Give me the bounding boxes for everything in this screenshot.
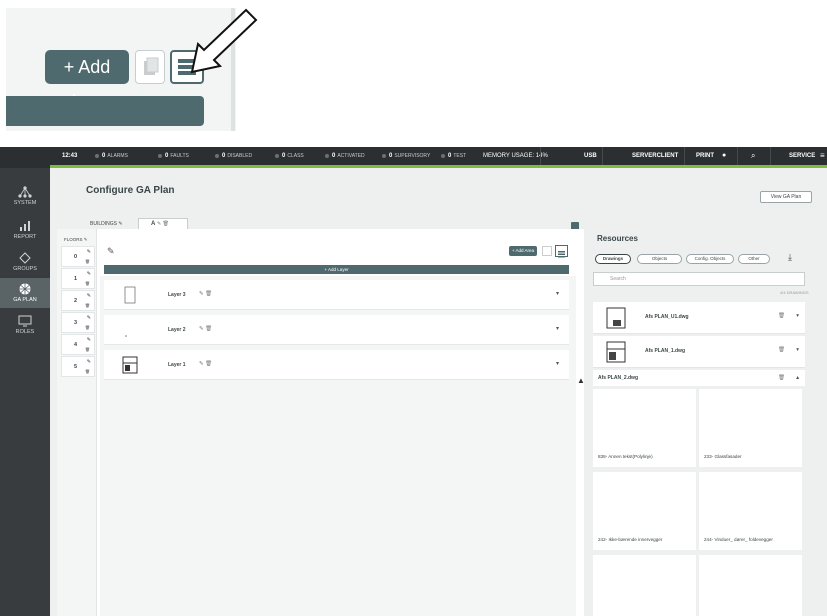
drawing-item[interactable]: Afs PLAN_U1.dwg 🗑 ▾ [593, 302, 805, 334]
usb-button[interactable]: USB [584, 147, 597, 165]
object-tile[interactable]: 838- Annen tekst(Polylinje) [593, 389, 696, 467]
layer-thumbnail [125, 335, 127, 337]
status-dot-icon [441, 153, 445, 158]
pointer-arrow-icon [190, 8, 258, 74]
network-icon [18, 186, 32, 198]
zoom-add-area-button[interactable]: + Add Area [45, 50, 129, 111]
resources-search-input[interactable]: Search [593, 272, 805, 286]
card-view-icon[interactable] [542, 246, 552, 256]
object-tile[interactable]: 233- Glassfasader [699, 389, 802, 467]
layer-thumbnail [122, 356, 138, 374]
faults-counter[interactable]: 0 FAULTS [158, 147, 189, 165]
drawings-count: 4/4 DRAWINGS [780, 290, 809, 295]
disabled-counter[interactable]: 0 DISABLED [215, 147, 252, 165]
print-dot-icon: ● [722, 152, 727, 159]
status-dot-icon [382, 153, 386, 158]
layer-thumbnail [124, 286, 136, 304]
service-button[interactable]: SERVICE [789, 147, 815, 165]
add-layer-button[interactable]: + Add Layer [104, 265, 569, 274]
status-dot-icon [325, 153, 329, 158]
chevron-down-icon[interactable]: ▾ [556, 325, 559, 332]
view-ga-plan-button[interactable]: View GA Plan [760, 191, 812, 203]
top-status-bar: 12:43 0 ALARMS 0 FAULTS 0 DISABLED 0 CLASS 0… [0, 147, 827, 165]
print-button[interactable]: PRINT [696, 147, 714, 165]
chevron-up-icon[interactable]: ▴ [796, 370, 799, 386]
chevron-down-icon[interactable]: ▾ [556, 360, 559, 367]
object-tile[interactable] [699, 555, 802, 616]
edit-delete-icons[interactable]: ✎ 🗑 [199, 361, 212, 367]
left-sidebar: SYSTEM REPORT GROUPS GA PLAN ROLES [0, 168, 50, 616]
grid-icon [19, 283, 31, 295]
search-icon[interactable]: ⌕ [751, 147, 755, 165]
monitor-icon [18, 315, 32, 327]
groups-icon [19, 252, 31, 264]
floor-item-0[interactable]: 0 ✎ 🗑 [61, 246, 95, 267]
drawing-thumbnail [606, 307, 626, 329]
list-view-icon[interactable] [555, 245, 568, 258]
clock: 12:43 [62, 153, 78, 159]
drawing-item-expanded[interactable]: Afs PLAN_2.dwg 🗑 ▴ [593, 370, 805, 386]
status-dot-icon [275, 153, 279, 158]
test-counter[interactable]: 0 TEST [441, 147, 466, 165]
trash-icon[interactable]: 🗑 [778, 347, 785, 353]
edit-icon[interactable]: ✎ 🗑 [157, 221, 169, 227]
layer-row[interactable]: Layer 1 ✎ 🗑 ▾ [104, 350, 569, 380]
trash-icon[interactable]: 🗑 [778, 313, 785, 319]
class-counter[interactable]: 0 CLASS [275, 147, 304, 165]
download-icon[interactable]: ⤓ [788, 252, 792, 263]
layer-row[interactable]: Layer 3 ✎ 🗑 ▾ [104, 280, 569, 310]
status-dot-icon [215, 153, 219, 158]
bar-chart-icon [20, 221, 30, 231]
menu-icon[interactable]: ≡ [820, 147, 825, 165]
sidebar-item-roles[interactable]: ROLES [0, 315, 50, 335]
floor-item-2[interactable]: 2 ✎ 🗑 [61, 290, 95, 311]
edit-delete-icons[interactable]: ✎ 🗑 [199, 326, 212, 332]
object-tile[interactable]: 244- Vinduer_ dører_ foldevegger [699, 472, 802, 550]
edit-pencil-icon[interactable]: ✎ [107, 246, 115, 257]
drawing-thumbnail [606, 341, 626, 363]
floor-item-4[interactable]: 4 ✎ 🗑 [61, 334, 95, 355]
trash-icon[interactable]: 🗑 [778, 370, 785, 386]
tab-drawings[interactable]: Drawings [595, 254, 631, 264]
resources-title: Resources [597, 234, 638, 243]
activated-counter[interactable]: 0 ACTIVATED [325, 147, 365, 165]
tab-config-objects[interactable]: Config. Objects [686, 254, 734, 264]
tab-other[interactable]: Other [738, 254, 770, 264]
mouse-cursor-icon: ▲ [577, 376, 585, 385]
floor-item-3[interactable]: 3 ✎ 🗑 [61, 312, 95, 333]
floors-label: FLOORS ✎ [64, 237, 88, 242]
chevron-down-icon[interactable]: ▾ [796, 313, 799, 319]
page-title: Configure GA Plan [86, 185, 175, 196]
alarms-counter[interactable]: 0 ALARMS [95, 147, 128, 165]
chevron-down-icon[interactable]: ▾ [556, 290, 559, 297]
sidebar-item-ga-plan[interactable]: GA PLAN [0, 278, 50, 308]
status-dot-icon [95, 153, 99, 158]
add-area-button[interactable]: + Add Area [509, 246, 537, 256]
status-dot-icon [158, 153, 162, 158]
server-client-button[interactable]: ServerClient [632, 147, 678, 165]
drawing-item[interactable]: Afs PLAN_1.dwg 🗑 ▾ [593, 336, 805, 368]
sidebar-item-groups[interactable]: GROUPS [0, 252, 50, 272]
memory-usage: Memory usage: 14% [483, 153, 548, 159]
floor-item-1[interactable]: 1 ✎ 🗑 [61, 268, 95, 289]
edit-delete-icons[interactable]: ✎ 🗑 [199, 291, 212, 297]
sidebar-item-system[interactable]: SYSTEM [0, 186, 50, 206]
chevron-down-icon[interactable]: ▾ [796, 347, 799, 353]
floor-item-5[interactable]: 5 ✎ 🗑 [61, 356, 95, 377]
zoom-add-layer-bar [6, 96, 204, 126]
object-tile[interactable] [593, 555, 696, 616]
sidebar-item-report[interactable]: REPORT [0, 220, 50, 240]
tab-objects[interactable]: Objects [637, 254, 682, 264]
object-tile[interactable]: 242- Ikke-bærende innervegger [593, 472, 696, 550]
zoom-card-view-icon[interactable] [135, 50, 165, 84]
supervisory-counter[interactable]: 0 SUPERVISORY [382, 147, 430, 165]
layer-row[interactable]: Layer 2 ✎ 🗑 ▾ [104, 315, 569, 345]
